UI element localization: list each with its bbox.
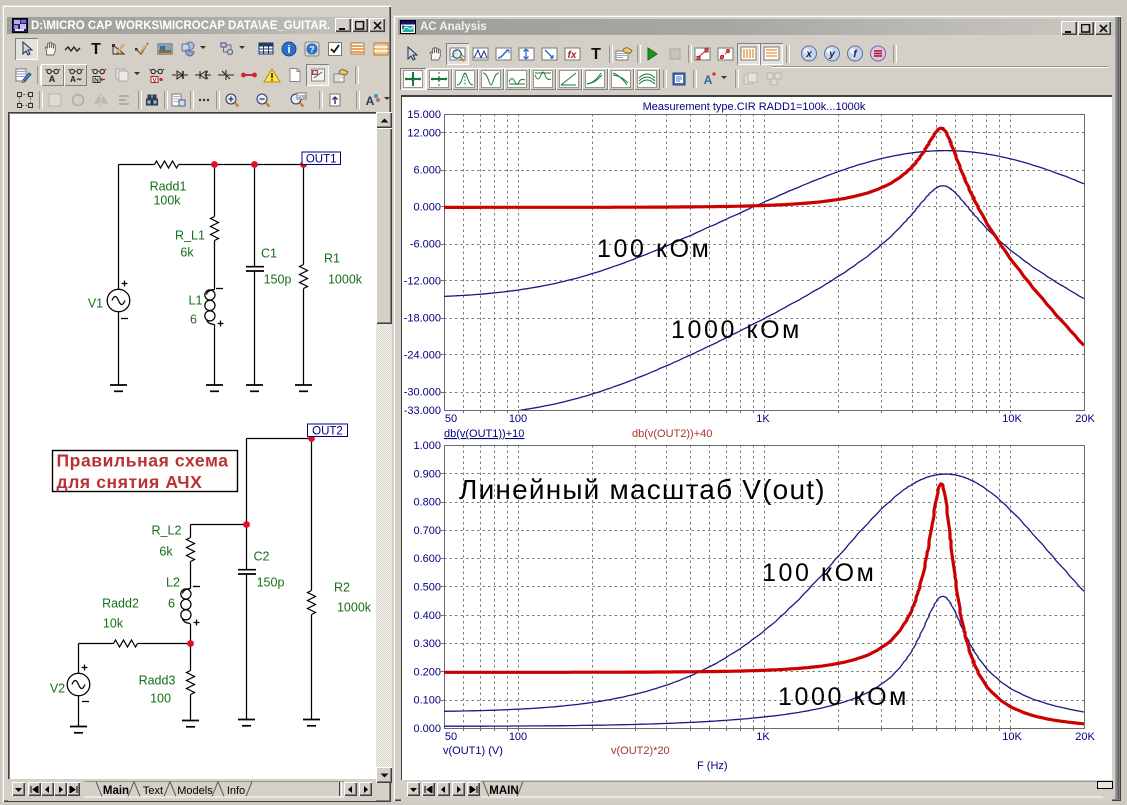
svg-text:C1: C1 [261, 247, 277, 261]
svg-text:F (Hz): F (Hz) [697, 760, 728, 772]
svg-text:100 кОм: 100 кОм [597, 235, 711, 263]
svg-text:12.000: 12.000 [407, 128, 441, 140]
svg-text:50: 50 [445, 413, 457, 425]
svg-text:100: 100 [509, 413, 527, 425]
svg-text:10K: 10K [1002, 731, 1022, 743]
svg-text:6.000: 6.000 [413, 165, 441, 177]
svg-text:-18.000: -18.000 [404, 313, 441, 325]
svg-text:1000k: 1000k [337, 601, 372, 615]
svg-text:100 кОм: 100 кОм [762, 559, 876, 587]
svg-text:20K: 20K [1075, 731, 1095, 743]
svg-text:6k: 6k [159, 545, 173, 559]
svg-text:-24.000: -24.000 [404, 350, 441, 362]
svg-text:fx: fx [567, 50, 576, 61]
svg-text:1.000: 1.000 [413, 440, 441, 452]
svg-text:12: 12 [312, 70, 318, 75]
svg-text:0.100: 0.100 [413, 695, 441, 707]
svg-text:100k: 100k [153, 194, 181, 208]
svg-text:1K: 1K [756, 731, 770, 743]
svg-text:L2: L2 [166, 576, 180, 590]
svg-text:R1: R1 [324, 252, 340, 266]
svg-text:Radd1: Radd1 [150, 180, 187, 194]
svg-text:0.300: 0.300 [413, 638, 441, 650]
svg-text:?: ? [309, 45, 315, 55]
svg-text:1K: 1K [756, 413, 770, 425]
svg-text:10k: 10k [103, 617, 124, 631]
svg-text:150p: 150p [264, 273, 292, 287]
svg-text:0.500: 0.500 [413, 582, 441, 594]
svg-text:db(v(OUT1))+10: db(v(OUT1))+10 [444, 428, 524, 440]
svg-text:V: V [152, 77, 157, 83]
svg-text:OUT2: OUT2 [312, 425, 343, 437]
svg-text:для снятия АЧХ: для снятия АЧХ [57, 472, 203, 492]
svg-text:1000 кОм: 1000 кОм [671, 316, 802, 344]
svg-text:Info: Info [227, 785, 245, 797]
svg-text:v(OUT1) (V): v(OUT1) (V) [443, 745, 503, 757]
svg-text:-6.000: -6.000 [410, 239, 441, 251]
svg-text:A: A [70, 75, 76, 83]
svg-text:15.000: 15.000 [407, 109, 441, 121]
svg-text:Линейный масштаб V(out): Линейный масштаб V(out) [459, 474, 826, 505]
svg-text:0.800: 0.800 [413, 497, 441, 509]
svg-text:-30.000: -30.000 [404, 387, 441, 399]
svg-text:20K: 20K [1075, 413, 1095, 425]
svg-text:1000 кОм: 1000 кОм [778, 683, 909, 711]
svg-text:R_L1: R_L1 [175, 229, 205, 243]
svg-text:L1: L1 [189, 294, 203, 308]
svg-text:Radd3: Radd3 [139, 674, 176, 688]
svg-text:A: A [365, 94, 374, 108]
svg-text:R_L2: R_L2 [152, 524, 182, 538]
svg-text:Models: Models [177, 785, 213, 797]
svg-text:50: 50 [445, 731, 457, 743]
svg-text:V1: V1 [88, 297, 103, 311]
svg-text:6: 6 [168, 597, 175, 611]
svg-text:OUT1: OUT1 [306, 153, 337, 165]
svg-text:0.700: 0.700 [413, 525, 441, 537]
svg-text:N: N [94, 77, 99, 83]
svg-text:100: 100 [509, 731, 527, 743]
svg-text:Measurement type.CIR RADD1=100: Measurement type.CIR RADD1=100k...1000k [643, 101, 866, 113]
svg-text:6: 6 [190, 313, 197, 327]
svg-text:-12.000: -12.000 [404, 276, 441, 288]
svg-text:Radd2: Radd2 [102, 597, 139, 611]
svg-text:Main: Main [103, 785, 129, 797]
svg-text:150p: 150p [257, 576, 285, 590]
svg-text:C2: C2 [254, 550, 270, 564]
svg-text:y: y [828, 49, 835, 60]
svg-text:x: x [805, 49, 812, 60]
svg-text:100: 100 [297, 94, 305, 99]
svg-text:Text: Text [143, 785, 163, 797]
svg-text:-33.000: -33.000 [404, 405, 441, 417]
svg-text:A: A [703, 73, 712, 87]
svg-text:R2: R2 [334, 581, 350, 595]
svg-text:i: i [287, 44, 290, 56]
svg-text:Правильная схема: Правильная схема [57, 451, 229, 471]
svg-text:T: T [91, 41, 101, 57]
svg-text:0.600: 0.600 [413, 553, 441, 565]
svg-text:0.000: 0.000 [413, 723, 441, 735]
svg-text:V2: V2 [50, 682, 65, 696]
svg-text:1000k: 1000k [328, 273, 363, 287]
svg-text:0.200: 0.200 [413, 666, 441, 678]
svg-text:v(OUT2)*20: v(OUT2)*20 [611, 745, 670, 757]
svg-text:A: A [48, 74, 55, 83]
svg-text:0.900: 0.900 [413, 468, 441, 480]
svg-text:0.400: 0.400 [413, 610, 441, 622]
svg-text:T: T [591, 46, 601, 62]
svg-text:6k: 6k [180, 246, 194, 260]
svg-text:db(v(OUT2))+40: db(v(OUT2))+40 [632, 428, 712, 440]
svg-text:MAIN: MAIN [489, 785, 518, 797]
svg-text:100: 100 [150, 692, 171, 706]
svg-text:10K: 10K [1002, 413, 1022, 425]
svg-text:0.000: 0.000 [413, 202, 441, 214]
